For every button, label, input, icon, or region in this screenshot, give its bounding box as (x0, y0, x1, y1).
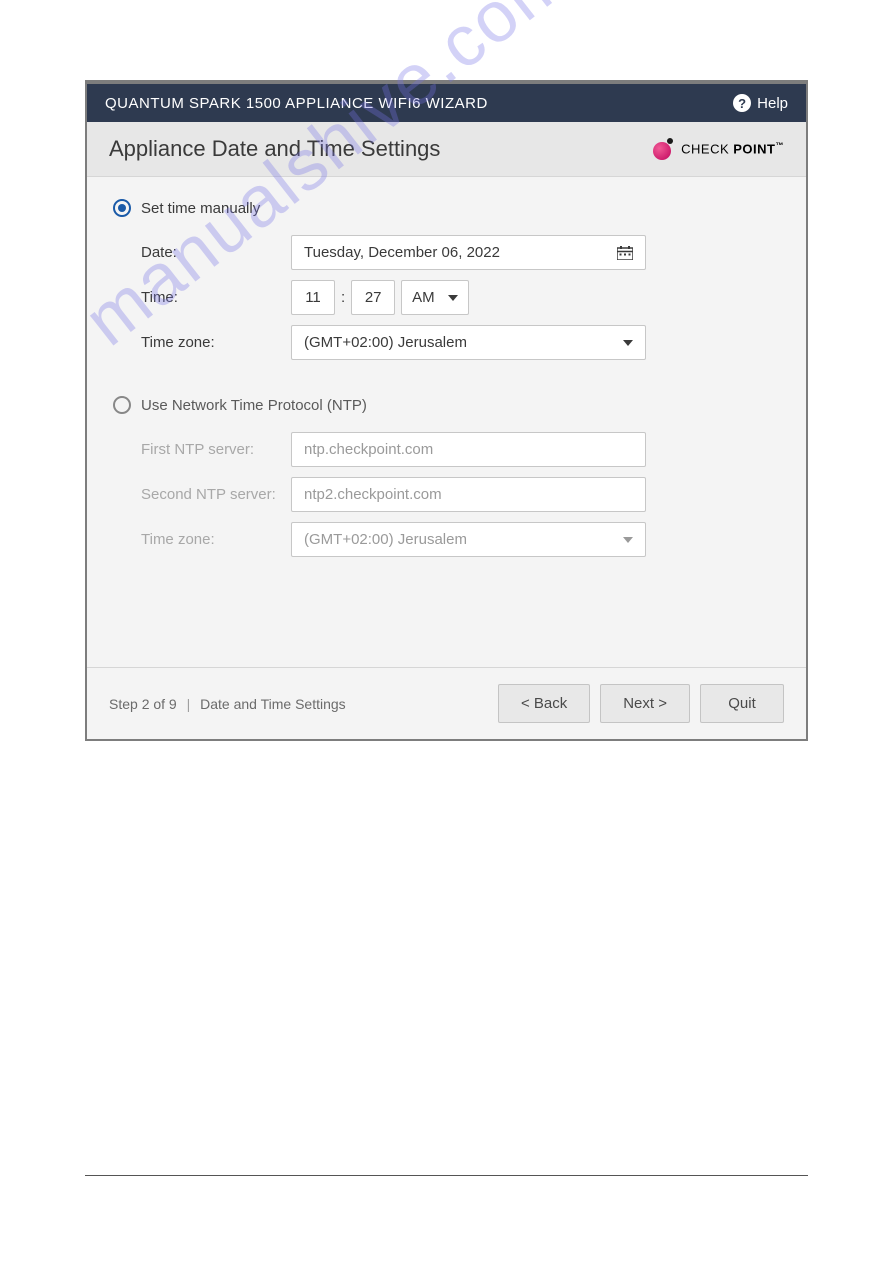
time-label: Time: (141, 289, 291, 306)
wizard-title: QUANTUM SPARK 1500 APPLIANCE WIFI6 WIZAR… (105, 95, 488, 112)
ntp-second-value: ntp2.checkpoint.com (304, 486, 442, 503)
help-label: Help (757, 95, 788, 112)
page-heading: Appliance Date and Time Settings (109, 136, 440, 162)
checkpoint-logo: CHECK POINT™ (653, 138, 784, 160)
time-row: Time: 11 : 27 AM (113, 280, 780, 315)
tz-ntp-value: (GMT+02:00) Jerusalem (304, 531, 467, 548)
time-colon: : (341, 289, 345, 306)
wizard-panel: QUANTUM SPARK 1500 APPLIANCE WIFI6 WIZAR… (85, 80, 808, 741)
calendar-icon (617, 246, 633, 260)
wizard-footer: Step 2 of 9 | Date and Time Settings < B… (87, 667, 806, 739)
logo-trademark: ™ (776, 141, 785, 150)
tz-manual-select[interactable]: (GMT+02:00) Jerusalem (291, 325, 646, 360)
ntp-second-input[interactable]: ntp2.checkpoint.com (291, 477, 646, 512)
ampm-select[interactable]: AM (401, 280, 469, 315)
chevron-down-icon (623, 340, 633, 346)
next-button[interactable]: Next > (600, 684, 690, 723)
tz-manual-label: Time zone: (141, 334, 291, 351)
ntp-first-value: ntp.checkpoint.com (304, 441, 433, 458)
radio-manual-label: Set time manually (141, 200, 260, 217)
date-value: Tuesday, December 06, 2022 (304, 244, 500, 261)
step-info: Step 2 of 9 | Date and Time Settings (109, 696, 346, 712)
logo-text-bold: POINT (733, 142, 775, 157)
ampm-value: AM (412, 289, 435, 306)
title-bar: Appliance Date and Time Settings CHECK P… (87, 122, 806, 177)
radio-manual-row: Set time manually (113, 199, 780, 217)
quit-button[interactable]: Quit (700, 684, 784, 723)
page-rule (85, 1175, 808, 1176)
date-row: Date: Tuesday, December 06, 2022 (113, 235, 780, 270)
step-title: Date and Time Settings (200, 696, 346, 712)
radio-ntp[interactable] (113, 396, 131, 414)
ntp-second-label: Second NTP server: (141, 486, 291, 503)
ntp-first-input[interactable]: ntp.checkpoint.com (291, 432, 646, 467)
chevron-down-icon (448, 295, 458, 301)
wizard-header: QUANTUM SPARK 1500 APPLIANCE WIFI6 WIZAR… (87, 84, 806, 122)
tz-manual-value: (GMT+02:00) Jerusalem (304, 334, 467, 351)
radio-ntp-row: Use Network Time Protocol (NTP) (113, 396, 780, 414)
tz-ntp-label: Time zone: (141, 531, 291, 548)
minute-input[interactable]: 27 (351, 280, 395, 315)
logo-text-thin: CHECK (681, 142, 733, 157)
back-button[interactable]: < Back (498, 684, 590, 723)
date-input[interactable]: Tuesday, December 06, 2022 (291, 235, 646, 270)
tz-manual-row: Time zone: (GMT+02:00) Jerusalem (113, 325, 780, 360)
ntp-first-label: First NTP server: (141, 441, 291, 458)
help-icon: ? (733, 94, 751, 112)
chevron-down-icon (623, 537, 633, 543)
ntp-first-row: First NTP server: ntp.checkpoint.com (113, 432, 780, 467)
step-counter: Step 2 of 9 (109, 696, 177, 712)
tz-ntp-select[interactable]: (GMT+02:00) Jerusalem (291, 522, 646, 557)
help-link[interactable]: ? Help (733, 94, 788, 112)
radio-manual[interactable] (113, 199, 131, 217)
tz-ntp-row: Time zone: (GMT+02:00) Jerusalem (113, 522, 780, 557)
date-label: Date: (141, 244, 291, 261)
radio-ntp-label: Use Network Time Protocol (NTP) (141, 397, 367, 414)
step-divider: | (187, 696, 191, 712)
logo-icon (653, 138, 675, 160)
hour-input[interactable]: 11 (291, 280, 335, 315)
ntp-second-row: Second NTP server: ntp2.checkpoint.com (113, 477, 780, 512)
wizard-content: Set time manually Date: Tuesday, Decembe… (87, 177, 806, 667)
